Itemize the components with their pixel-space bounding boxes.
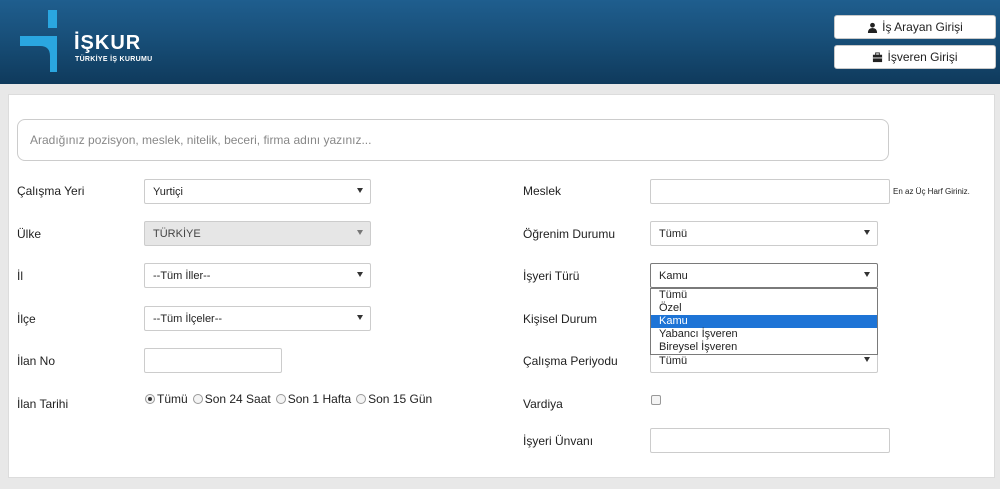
ad-date-radio-1week[interactable]: Son 1 Hafta (275, 392, 351, 406)
employer-title-label: İşyeri Ünvanı (523, 434, 594, 448)
education-label: Öğrenim Durumu (523, 227, 616, 241)
employer-type-select[interactable]: Kamu (650, 263, 878, 288)
chevron-down-icon (357, 230, 363, 235)
city-label: İl (17, 269, 23, 283)
chevron-down-icon (357, 315, 363, 320)
header: İŞKUR TÜRKİYE İŞ KURUMU İş Arayan Girişi… (0, 0, 1000, 84)
briefcase-icon (873, 51, 883, 62)
user-icon (868, 22, 878, 33)
employer-type-label: İşyeri Türü (523, 269, 580, 283)
employer-title-input[interactable] (650, 428, 890, 453)
job-seeker-login-button[interactable]: İş Arayan Girişi (834, 15, 996, 39)
ad-date-label: İlan Tarihi (17, 397, 69, 411)
work-place-label: Çalışma Yeri (17, 184, 85, 198)
work-period-value: Tümü (659, 354, 688, 367)
logo-subtitle: TÜRKİYE İŞ KURUMU (75, 56, 153, 63)
chevron-down-icon (864, 357, 870, 362)
profession-label: Meslek (523, 184, 562, 198)
chevron-down-icon (864, 230, 870, 235)
chevron-down-icon (357, 188, 363, 193)
city-value: --Tüm İller-- (153, 269, 211, 282)
employer-type-option-foreign[interactable]: Yabancı İşveren (651, 328, 877, 341)
ad-date-radio-15days[interactable]: Son 15 Gün (356, 392, 432, 406)
ad-date-radio-all[interactable]: Tümü (145, 392, 188, 406)
chevron-down-icon (864, 272, 870, 277)
ad-date-radio-group: Tümü Son 24 Saat Son 1 Hafta Son 15 Gün (145, 392, 437, 406)
radio-icon (192, 394, 203, 404)
work-period-label: Çalışma Periyodu (523, 354, 618, 368)
personal-status-label: Kişisel Durum (523, 312, 598, 326)
city-select[interactable]: --Tüm İller-- (144, 263, 371, 288)
ad-date-radio-24h[interactable]: Son 24 Saat (192, 392, 271, 406)
radio-icon (356, 394, 367, 404)
search-panel: Çalışma Yeri Yurtiçi Ülke TÜRKİYE İl --T… (8, 94, 995, 478)
radio-icon (275, 394, 286, 404)
profession-input[interactable] (650, 179, 890, 204)
ad-no-label: İlan No (17, 354, 56, 368)
logo-name: İŞKUR (74, 32, 142, 54)
employer-type-option-all[interactable]: Tümü (651, 289, 877, 302)
employer-type-option-private[interactable]: Özel (651, 302, 877, 315)
employer-login-label: İşveren Girişi (887, 50, 958, 64)
country-select: TÜRKİYE (144, 221, 371, 246)
work-place-value: Yurtiçi (153, 185, 183, 198)
district-select[interactable]: --Tüm İlçeler-- (144, 306, 371, 331)
employer-type-option-individual[interactable]: Bireysel İşveren (651, 341, 877, 354)
iskur-logo-icon (20, 10, 57, 72)
country-value: TÜRKİYE (153, 227, 201, 240)
shift-checkbox[interactable] (651, 395, 661, 405)
education-value: Tümü (659, 227, 688, 240)
education-select[interactable]: Tümü (650, 221, 878, 246)
district-value: --Tüm İlçeler-- (153, 312, 223, 325)
country-label: Ülke (17, 227, 42, 241)
search-input[interactable] (17, 119, 889, 161)
radio-selected-icon (145, 394, 155, 404)
job-seeker-login-label: İş Arayan Girişi (882, 20, 963, 34)
profession-hint: En az Üç Harf Giriniz. (893, 187, 970, 196)
chevron-down-icon (357, 272, 363, 277)
employer-type-value: Kamu (659, 269, 688, 282)
district-label: İlçe (17, 312, 36, 326)
employer-login-button[interactable]: İşveren Girişi (834, 45, 996, 69)
shift-label: Vardiya (523, 397, 563, 411)
employer-type-dropdown-list: Tümü Özel Kamu Yabancı İşveren Bireysel … (650, 288, 878, 355)
work-place-select[interactable]: Yurtiçi (144, 179, 371, 204)
employer-type-option-public[interactable]: Kamu (651, 315, 877, 328)
ad-no-input[interactable] (144, 348, 282, 373)
